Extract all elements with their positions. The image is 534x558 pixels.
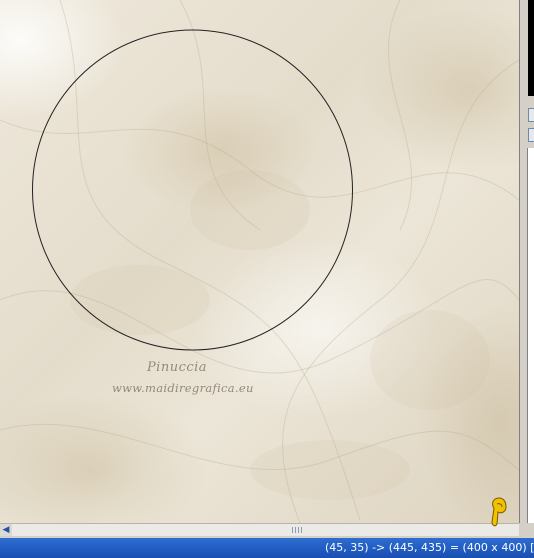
watermark: Pinuccia www.maidiregrafica.eu [112, 360, 254, 395]
horizontal-scrollbar[interactable]: ◀ [0, 523, 519, 536]
status-bar: (45, 35) -> (445, 435) = (400 x 400) [1,… [0, 536, 534, 558]
image-canvas[interactable]: Pinuccia www.maidiregrafica.eu [0, 0, 519, 523]
pointing-hand-icon [491, 497, 507, 527]
panel-list-area[interactable] [527, 148, 534, 523]
scrollbar-grip[interactable] [292, 527, 302, 533]
selection-coordinates: (45, 35) -> (445, 435) = (400 x 400) [1,… [325, 541, 534, 554]
panel-button[interactable] [528, 108, 534, 122]
watermark-name: Pinuccia [146, 360, 208, 375]
arrow-left-icon[interactable]: ◀ [0, 524, 12, 536]
texture-overlay [0, 0, 519, 523]
watermark-url: www.maidiregrafica.eu [112, 381, 254, 395]
preview-strip [528, 0, 534, 96]
panel-button[interactable] [528, 128, 534, 142]
